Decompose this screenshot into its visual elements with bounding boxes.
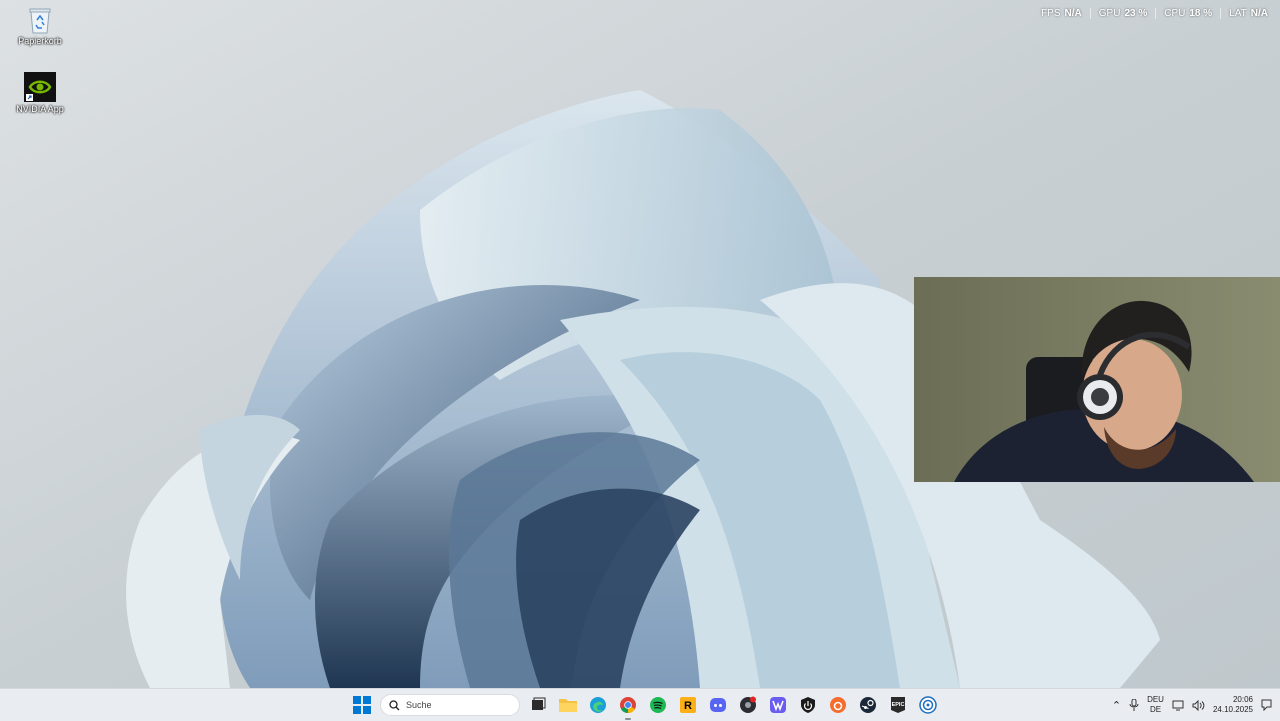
epic-games-button[interactable]: EPIC bbox=[886, 693, 910, 717]
perf-gpu-value: 23 % bbox=[1124, 8, 1148, 19]
webcam-feed bbox=[914, 277, 1280, 482]
desktop-icon-recycle-bin[interactable]: Papierkorb bbox=[4, 6, 76, 46]
taskbar-search[interactable]: Suche bbox=[380, 694, 520, 716]
desktop-icon-label: Papierkorb bbox=[18, 36, 62, 46]
spotify-icon bbox=[650, 697, 666, 713]
task-view-button[interactable] bbox=[526, 693, 550, 717]
edge-icon bbox=[590, 697, 606, 713]
desktop-icon-label: NVIDIA App bbox=[16, 104, 64, 114]
perf-fps-value: N/A bbox=[1064, 8, 1082, 19]
origin-icon bbox=[830, 697, 846, 713]
shield-app-button[interactable] bbox=[796, 693, 820, 717]
search-placeholder: Suche bbox=[406, 700, 432, 710]
language-top: DEU bbox=[1147, 695, 1164, 704]
perf-fps: FPS N/A bbox=[1033, 8, 1091, 19]
game-launcher-button[interactable] bbox=[736, 693, 760, 717]
ubisoft-button[interactable] bbox=[916, 693, 940, 717]
taskbar-apps: Suche R EPIC bbox=[350, 689, 940, 721]
perf-fps-label: FPS bbox=[1041, 8, 1061, 19]
desktop-icon-nvidia-app[interactable]: NVIDIA App bbox=[4, 72, 76, 114]
microphone-icon[interactable] bbox=[1129, 699, 1139, 711]
perf-cpu-value: 18 % bbox=[1189, 8, 1213, 19]
chevron-up-icon[interactable]: ⌃ bbox=[1112, 699, 1121, 712]
perf-gpu: GPU 23 % bbox=[1091, 8, 1157, 19]
recycle-bin-icon bbox=[29, 8, 51, 34]
performance-overlay: FPS N/A GPU 23 % CPU 18 % LAT N/A bbox=[1033, 8, 1268, 19]
origin-button[interactable] bbox=[826, 693, 850, 717]
perf-cpu-label: CPU bbox=[1164, 8, 1186, 19]
chrome-button[interactable] bbox=[616, 693, 640, 720]
perf-cpu: CPU 18 % bbox=[1156, 8, 1222, 19]
svg-text:R: R bbox=[684, 700, 692, 712]
speaker-icon[interactable] bbox=[1192, 699, 1205, 711]
language-indicator[interactable]: DEU DE bbox=[1147, 695, 1164, 715]
chrome-icon bbox=[620, 697, 636, 714]
shield-app-icon bbox=[801, 697, 815, 713]
game-launcher-icon bbox=[740, 696, 756, 713]
rockstar-icon: R bbox=[680, 697, 696, 713]
perf-lat-value: N/A bbox=[1250, 8, 1268, 19]
network-icon[interactable] bbox=[1172, 700, 1184, 711]
file-explorer-icon bbox=[559, 699, 577, 712]
discord-icon bbox=[710, 698, 726, 712]
ubisoft-icon bbox=[919, 696, 937, 714]
clock-date: 24.10.2025 bbox=[1212, 705, 1253, 714]
taskbar: Suche R EPIC ⌃ DEU DE 20:06 24.10.2025 bbox=[0, 688, 1280, 721]
notification-icon[interactable] bbox=[1261, 699, 1272, 711]
clock-time: 20:06 bbox=[1232, 695, 1253, 704]
spotify-button[interactable] bbox=[646, 693, 670, 717]
start-button[interactable] bbox=[350, 693, 374, 717]
steam-icon bbox=[860, 697, 876, 713]
perf-lat-label: LAT bbox=[1229, 8, 1247, 19]
clock[interactable]: 20:06 24.10.2025 bbox=[1213, 695, 1253, 715]
language-bottom: DE bbox=[1149, 705, 1162, 714]
steam-button[interactable] bbox=[856, 693, 880, 717]
app-button[interactable] bbox=[766, 693, 790, 717]
desktop: Papierkorb NVIDIA App FPS N/A GPU 23 % C… bbox=[0, 0, 1280, 688]
file-explorer-button[interactable] bbox=[556, 693, 580, 717]
task-view-icon bbox=[532, 697, 546, 710]
system-tray: ⌃ DEU DE 20:06 24.10.2025 bbox=[1112, 689, 1280, 721]
webcam-overlay bbox=[914, 277, 1280, 482]
app-icon bbox=[770, 697, 786, 713]
edge-button[interactable] bbox=[586, 693, 610, 717]
start-icon bbox=[353, 696, 371, 714]
perf-lat: LAT N/A bbox=[1221, 8, 1268, 19]
svg-text:EPIC: EPIC bbox=[892, 702, 905, 708]
search-icon bbox=[389, 699, 400, 710]
discord-button[interactable] bbox=[706, 693, 730, 717]
nvidia-icon bbox=[24, 72, 56, 102]
rockstar-button[interactable]: R bbox=[676, 693, 700, 717]
epic-games-icon: EPIC bbox=[891, 697, 905, 713]
perf-gpu-label: GPU bbox=[1098, 8, 1121, 19]
